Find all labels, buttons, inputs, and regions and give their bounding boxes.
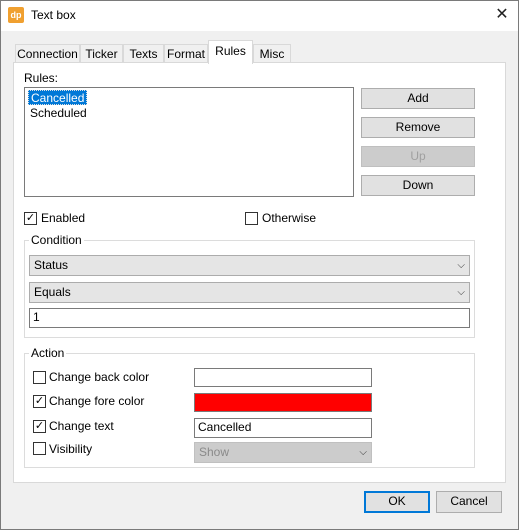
- change-fore-color-checkbox[interactable]: ✓: [33, 395, 46, 408]
- close-icon[interactable]: ✕: [490, 3, 514, 27]
- condition-title: Condition: [29, 233, 84, 247]
- tab-ticker[interactable]: Ticker: [80, 44, 123, 64]
- chevron-down-icon: ⌵: [359, 447, 367, 458]
- up-button[interactable]: Up: [361, 146, 475, 167]
- visibility-checkbox[interactable]: [33, 442, 46, 455]
- list-item[interactable]: Scheduled: [28, 106, 89, 121]
- condition-field-select[interactable]: Status ⌵: [29, 255, 470, 276]
- app-icon: dp: [8, 7, 24, 23]
- change-text-label: Change text: [49, 419, 114, 433]
- down-button[interactable]: Down: [361, 175, 475, 196]
- change-text-checkbox[interactable]: ✓: [33, 420, 46, 433]
- add-button[interactable]: Add: [361, 88, 475, 109]
- enabled-checkbox[interactable]: ✓: [24, 212, 37, 225]
- rules-listbox[interactable]: Cancelled Scheduled: [24, 87, 354, 197]
- condition-value-input[interactable]: 1: [29, 308, 470, 328]
- change-back-color-label: Change back color: [49, 370, 150, 384]
- visibility-value: Show: [199, 445, 230, 459]
- enabled-label: Enabled: [41, 211, 86, 225]
- visibility-label: Visibility: [49, 442, 93, 456]
- otherwise-checkbox[interactable]: [245, 212, 258, 225]
- otherwise-label: Otherwise: [262, 211, 317, 225]
- chevron-down-icon: ⌵: [457, 287, 465, 298]
- fore-color-swatch[interactable]: [194, 393, 372, 412]
- change-back-color-checkbox[interactable]: [33, 371, 46, 384]
- cancel-button[interactable]: Cancel: [436, 491, 502, 513]
- visibility-select[interactable]: Show ⌵: [194, 442, 372, 463]
- ok-button[interactable]: OK: [364, 491, 430, 513]
- back-color-swatch[interactable]: [194, 368, 372, 387]
- chevron-down-icon: ⌵: [457, 260, 465, 271]
- condition-field-value: Status: [34, 258, 69, 272]
- list-item[interactable]: Cancelled: [28, 90, 88, 105]
- action-title: Action: [29, 346, 67, 360]
- tab-rules[interactable]: Rules: [208, 40, 253, 64]
- tab-connection[interactable]: Connection: [15, 44, 80, 64]
- tab-texts[interactable]: Texts: [123, 44, 164, 64]
- window-title: Text box: [31, 8, 76, 22]
- rules-label: Rules:: [24, 71, 59, 85]
- condition-operator-value: Equals: [34, 285, 71, 299]
- remove-button[interactable]: Remove: [361, 117, 475, 138]
- change-fore-color-label: Change fore color: [49, 394, 145, 408]
- condition-operator-select[interactable]: Equals ⌵: [29, 282, 470, 303]
- tab-misc[interactable]: Misc: [253, 44, 291, 64]
- change-text-input[interactable]: Cancelled: [194, 418, 372, 438]
- tab-format[interactable]: Format: [164, 44, 208, 64]
- title-bar: [1, 1, 518, 31]
